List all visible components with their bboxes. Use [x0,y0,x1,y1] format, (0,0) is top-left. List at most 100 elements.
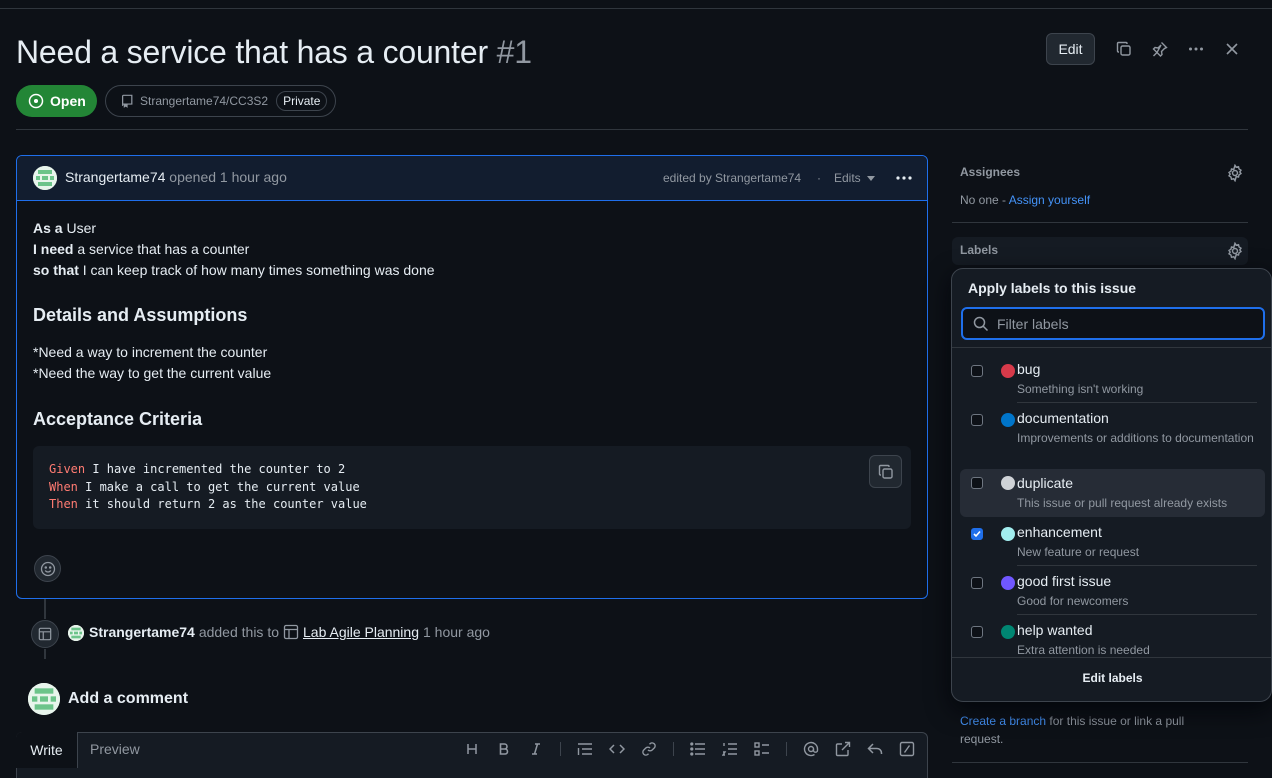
label-option-good-first-issue[interactable]: good first issue Good for newcomers [960,569,1265,617]
unordered-list-icon[interactable] [689,740,707,758]
edit-labels-button[interactable]: Edit labels [952,671,1271,685]
label-description: Improvements or additions to documentati… [1017,431,1254,445]
acceptance-heading: Acceptance Criteria [33,409,203,429]
mention-icon[interactable] [802,740,820,758]
label-option-enhancement[interactable]: enhancement New feature or request [960,520,1265,568]
assign-yourself-link[interactable]: Assign yourself [1009,193,1090,207]
pin-icon[interactable] [1146,35,1174,63]
label-checkbox-checked[interactable] [971,528,983,540]
edits-label: Edits [834,171,861,185]
label-name: enhancement [1017,524,1102,540]
label-checkbox[interactable] [971,477,983,489]
label-description: Something isn't working [1017,382,1144,396]
repo-name[interactable]: Strangertame74/CC3S2 [140,94,268,108]
label-description: Good for newcomers [1017,594,1129,608]
label-option-duplicate[interactable]: duplicate This issue or pull request alr… [960,469,1265,517]
project-icon [283,624,299,640]
top-divider [0,8,1272,9]
copy-link-icon[interactable] [1110,35,1138,63]
issue-open-icon [28,93,44,109]
issue-title: Need a service that has a counter [16,34,488,70]
italic-icon[interactable] [527,740,545,758]
label-option-help-wanted[interactable]: help wanted Extra attention is needed [960,618,1265,656]
label-checkbox[interactable] [971,365,983,377]
check-icon [973,530,981,538]
labels-dropdown: Apply labels to this issue bug Something… [951,268,1272,702]
label-name: help wanted [1017,622,1093,638]
dropdown-footer-divider [952,657,1271,658]
timeline-avatar[interactable] [68,625,84,641]
label-color-dot [1001,527,1015,541]
edit-button[interactable]: Edit [1046,33,1095,65]
label-checkbox[interactable] [971,414,983,426]
label-checkbox[interactable] [971,577,983,589]
edits-dropdown[interactable]: Edits [834,171,875,185]
bold-icon[interactable] [495,740,513,758]
comment-author[interactable]: Strangertame74 [65,169,165,185]
code-line-3: Then it should return 2 as the counter v… [49,497,367,511]
assignees-gear-icon[interactable] [1226,164,1244,182]
assignees-value: No one - Assign yourself [960,193,1091,207]
sidebar-divider [952,222,1248,223]
detail-line-2: *Need the way to get the current value [33,365,272,381]
sidebar-divider [952,762,1248,763]
issue-body-card: Strangertame74 opened 1 hour ago edited … [16,155,928,599]
heading-icon[interactable] [463,740,481,758]
task-list-icon[interactable] [753,740,771,758]
project-link[interactable]: Lab Agile Planning [303,624,419,640]
label-option-documentation[interactable]: documentation Improvements or additions … [960,406,1265,470]
timeline-time[interactable]: 1 hour ago [423,624,490,640]
copy-code-button[interactable] [869,455,902,488]
reference-icon[interactable] [834,740,852,758]
filter-labels-input[interactable] [997,315,1257,332]
link-icon[interactable] [640,740,658,758]
label-description: New feature or request [1017,545,1140,559]
timeline-line [44,599,46,619]
labels-heading: Labels [960,243,999,257]
label-name: duplicate [1017,475,1074,491]
visibility-badge: Private [276,91,328,111]
label-description: This issue or pull request already exist… [1017,496,1228,510]
label-separator [1017,402,1257,403]
story-line-1: As a User [33,220,97,236]
add-comment-heading: Add a comment [68,690,189,707]
state-label: Open [50,93,86,109]
toolbar-divider [560,742,561,756]
search-icon [973,316,989,331]
timeline-actor[interactable]: Strangertame74 [89,624,195,640]
label-color-dot [1001,576,1015,590]
label-option-bug[interactable]: bug Something isn't working [960,357,1265,405]
reply-icon[interactable] [866,740,884,758]
comment-more-icon[interactable] [895,170,913,186]
separator-dot: · [817,171,821,185]
ordered-list-icon[interactable] [721,740,739,758]
label-separator [1017,565,1257,566]
code-line-1: Given I have incremented the counter to … [49,462,346,476]
create-branch-link[interactable]: Create a branch [960,714,1046,728]
label-name: documentation [1017,410,1109,426]
code-icon[interactable] [608,740,626,758]
label-checkbox[interactable] [971,626,983,638]
table-icon [38,627,52,641]
toolbar-divider [786,742,787,756]
issue-number: #1 [496,34,532,70]
repo-chip[interactable]: Strangertame74/CC3S2 Private [105,85,336,117]
add-reaction-button[interactable] [34,555,61,582]
my-avatar [28,683,60,715]
filter-labels-field[interactable] [961,307,1265,340]
more-options-icon[interactable] [1182,35,1210,63]
tab-write[interactable]: Write [16,732,78,768]
label-color-dot [1001,413,1015,427]
avatar[interactable] [33,166,57,190]
comment-time[interactable]: 1 hour ago [220,169,287,185]
label-separator [1017,614,1257,615]
comment-header: Strangertame74 opened 1 hour ago edited … [17,156,927,201]
page-title: Need a service that has a counter #1 [16,34,532,71]
slash-command-icon[interactable] [898,740,916,758]
labels-gear-icon[interactable] [1226,242,1244,260]
quote-icon[interactable] [576,740,594,758]
close-icon[interactable] [1218,35,1246,63]
development-text: Create a branch for this issue or link a… [960,714,1185,746]
tab-preview[interactable]: Preview [90,741,140,757]
code-block: Given I have incremented the counter to … [33,446,911,529]
